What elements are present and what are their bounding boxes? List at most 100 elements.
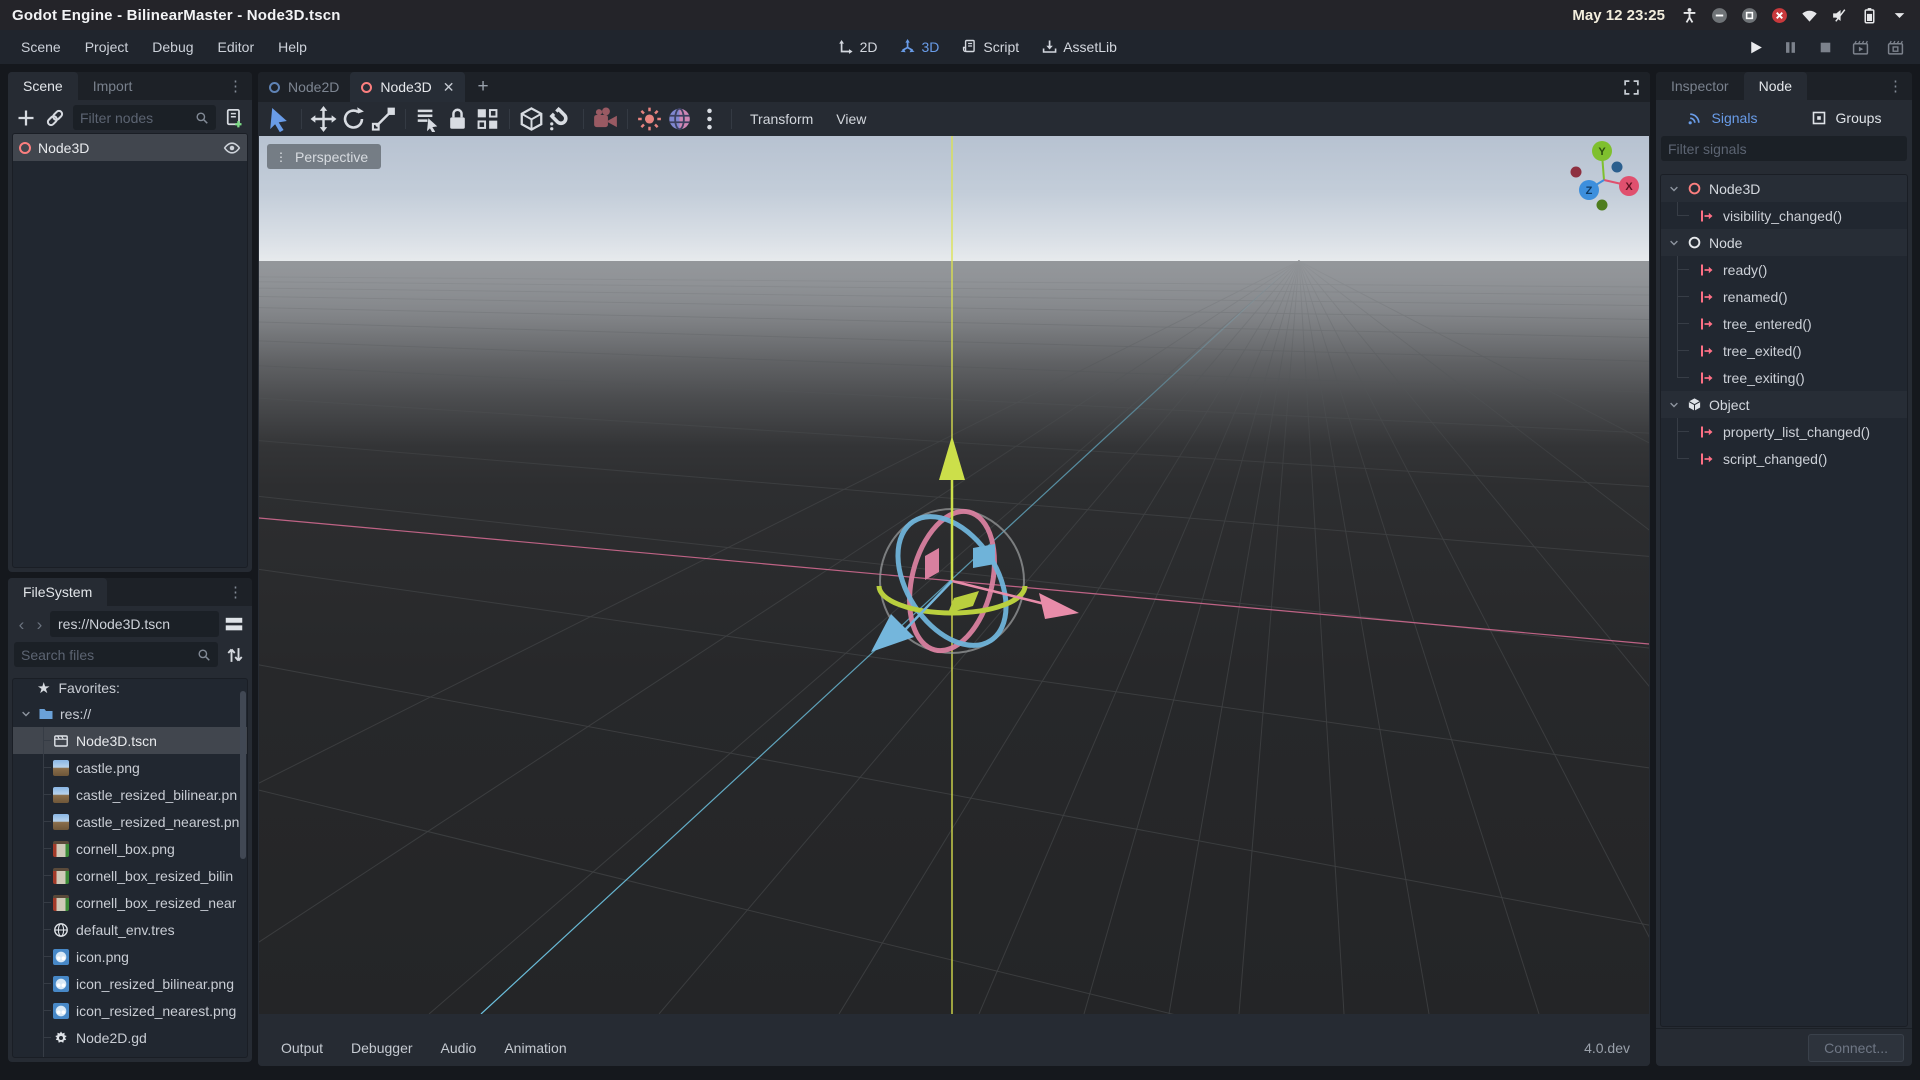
file-row[interactable]: icon.png (13, 943, 247, 970)
connect-button[interactable]: Connect... (1808, 1034, 1904, 1062)
bottom-panel-debugger[interactable]: Debugger (338, 1035, 426, 1061)
bottom-panel-animation[interactable]: Animation (491, 1035, 579, 1061)
signal-row[interactable]: tree_exited() (1661, 337, 1907, 364)
stop-circle-icon[interactable] (1741, 7, 1758, 24)
battery-icon[interactable] (1861, 7, 1878, 24)
accessibility-icon[interactable] (1681, 7, 1698, 24)
mode-button-script[interactable]: Script (957, 36, 1023, 58)
file-row[interactable]: Node2D.gd (13, 1024, 247, 1051)
scale-tool[interactable] (369, 106, 398, 132)
tab-import[interactable]: Import (78, 72, 148, 100)
file-row[interactable]: Node3D.tscn (13, 727, 247, 754)
attach-script-button[interactable] (223, 108, 245, 128)
chevron-down-icon[interactable] (1668, 237, 1680, 249)
menu-debug[interactable]: Debug (141, 34, 204, 60)
rotate-tool[interactable] (339, 106, 368, 132)
stop-button[interactable] (1817, 39, 1834, 56)
menu-help[interactable]: Help (267, 34, 318, 60)
signal-row[interactable]: tree_exiting() (1661, 364, 1907, 391)
menu-scene[interactable]: Scene (10, 34, 72, 60)
groups-tab-button[interactable]: Groups (1785, 104, 1907, 132)
chevron-down-icon[interactable] (1668, 183, 1680, 195)
file-row[interactable]: cornell_box_resized_bilin (13, 862, 247, 889)
signal-category-object[interactable]: Object (1661, 391, 1907, 418)
menu-project[interactable]: Project (74, 34, 140, 60)
tab-scene[interactable]: Scene (8, 72, 78, 100)
camera-preview-toggle[interactable] (591, 106, 620, 132)
view-options-menu[interactable] (695, 106, 724, 132)
favorites-row[interactable]: ★ Favorites: (13, 678, 247, 700)
signal-category-node[interactable]: Node (1661, 229, 1907, 256)
sun-settings-button[interactable] (635, 106, 664, 132)
tab-node[interactable]: Node (1744, 72, 1807, 100)
transform-menu[interactable]: Transform (739, 111, 824, 127)
filter-signals-input[interactable]: Filter signals (1661, 136, 1907, 161)
snap-toggle[interactable] (547, 106, 576, 132)
view-menu[interactable]: View (825, 111, 877, 127)
signal-row[interactable]: renamed() (1661, 283, 1907, 310)
bottom-panel-audio[interactable]: Audio (428, 1035, 490, 1061)
play-custom-scene-button[interactable] (1887, 39, 1904, 56)
distraction-free-icon[interactable] (1623, 79, 1640, 96)
filter-nodes-input[interactable]: Filter nodes (73, 105, 216, 130)
scene-tab-node3d[interactable]: Node3D✕ (350, 72, 465, 102)
file-row[interactable]: default_env.tres (13, 916, 247, 943)
bottom-panel-output[interactable]: Output (268, 1035, 336, 1061)
axis-navigation-gizmo[interactable]: YXZ (1542, 136, 1649, 236)
signal-row[interactable]: tree_entered() (1661, 310, 1907, 337)
signal-row[interactable]: visibility_changed() (1661, 202, 1907, 229)
close-circle-icon[interactable] (1771, 7, 1788, 24)
local-space-toggle[interactable] (517, 106, 546, 132)
signals-tab-button[interactable]: Signals (1661, 104, 1783, 132)
signal-row[interactable]: property_list_changed() (1661, 418, 1907, 445)
search-files-input[interactable]: Search files (14, 642, 218, 667)
mode-button-3d[interactable]: 3D (895, 36, 943, 58)
list-select-tool[interactable] (413, 106, 442, 132)
select-tool[interactable] (265, 106, 294, 132)
file-row[interactable]: Node2D.tscn (13, 1051, 247, 1058)
res-root-row[interactable]: res:// (13, 700, 247, 727)
scene-dock-menu-icon[interactable]: ⋮ (219, 72, 252, 100)
scene-tab-node2d[interactable]: Node2D (258, 72, 350, 102)
signal-category-node3d[interactable]: Node3D (1661, 175, 1907, 202)
3d-viewport[interactable]: ⋮ Perspective YXZ (259, 136, 1649, 1014)
scrollbar-thumb[interactable] (240, 691, 246, 859)
add-node-button[interactable] (15, 108, 37, 128)
file-row[interactable]: castle_resized_nearest.pn (13, 808, 247, 835)
file-row[interactable]: icon_resized_nearest.png (13, 997, 247, 1024)
move-tool[interactable] (309, 106, 338, 132)
instance-scene-button[interactable] (44, 108, 66, 128)
tab-filesystem[interactable]: FileSystem (8, 578, 107, 606)
signal-row[interactable]: script_changed() (1661, 445, 1907, 472)
toggle-split-mode-icon[interactable] (222, 613, 246, 635)
tab-inspector[interactable]: Inspector (1656, 72, 1744, 100)
volume-muted-icon[interactable] (1831, 7, 1848, 24)
nav-back-icon[interactable]: ‹ (14, 616, 29, 633)
nav-forward-icon[interactable]: › (32, 616, 47, 633)
path-field[interactable]: res://Node3D.tscn (50, 611, 219, 637)
play-button[interactable] (1747, 39, 1764, 56)
chevron-down-icon[interactable] (20, 708, 32, 720)
file-row[interactable]: castle_resized_bilinear.pn (13, 781, 247, 808)
file-row[interactable]: icon_resized_bilinear.png (13, 970, 247, 997)
perspective-menu[interactable]: ⋮ Perspective (267, 144, 381, 169)
file-row[interactable]: castle.png (13, 754, 247, 781)
clock[interactable]: May 12 23:25 (1572, 7, 1665, 24)
visibility-toggle-icon[interactable] (223, 139, 241, 157)
lock-selected-button[interactable] (443, 106, 472, 132)
environment-settings-button[interactable] (665, 106, 694, 132)
mode-button-assetlib[interactable]: AssetLib (1037, 36, 1121, 58)
menu-editor[interactable]: Editor (207, 34, 266, 60)
wifi-icon[interactable] (1801, 7, 1818, 24)
node-dock-menu-icon[interactable]: ⋮ (1879, 72, 1912, 100)
scene-node-node3d[interactable]: Node3D (13, 134, 247, 161)
file-sort-icon[interactable] (224, 645, 246, 665)
pause-button[interactable] (1782, 39, 1799, 56)
signal-row[interactable]: ready() (1661, 256, 1907, 283)
mode-button-2d[interactable]: 2D (834, 36, 882, 58)
close-icon[interactable]: ✕ (443, 79, 455, 96)
caret-down-icon[interactable] (1891, 7, 1908, 24)
file-row[interactable]: cornell_box_resized_near (13, 889, 247, 916)
group-selected-button[interactable] (473, 106, 502, 132)
new-scene-tab-button[interactable]: + (465, 72, 500, 102)
